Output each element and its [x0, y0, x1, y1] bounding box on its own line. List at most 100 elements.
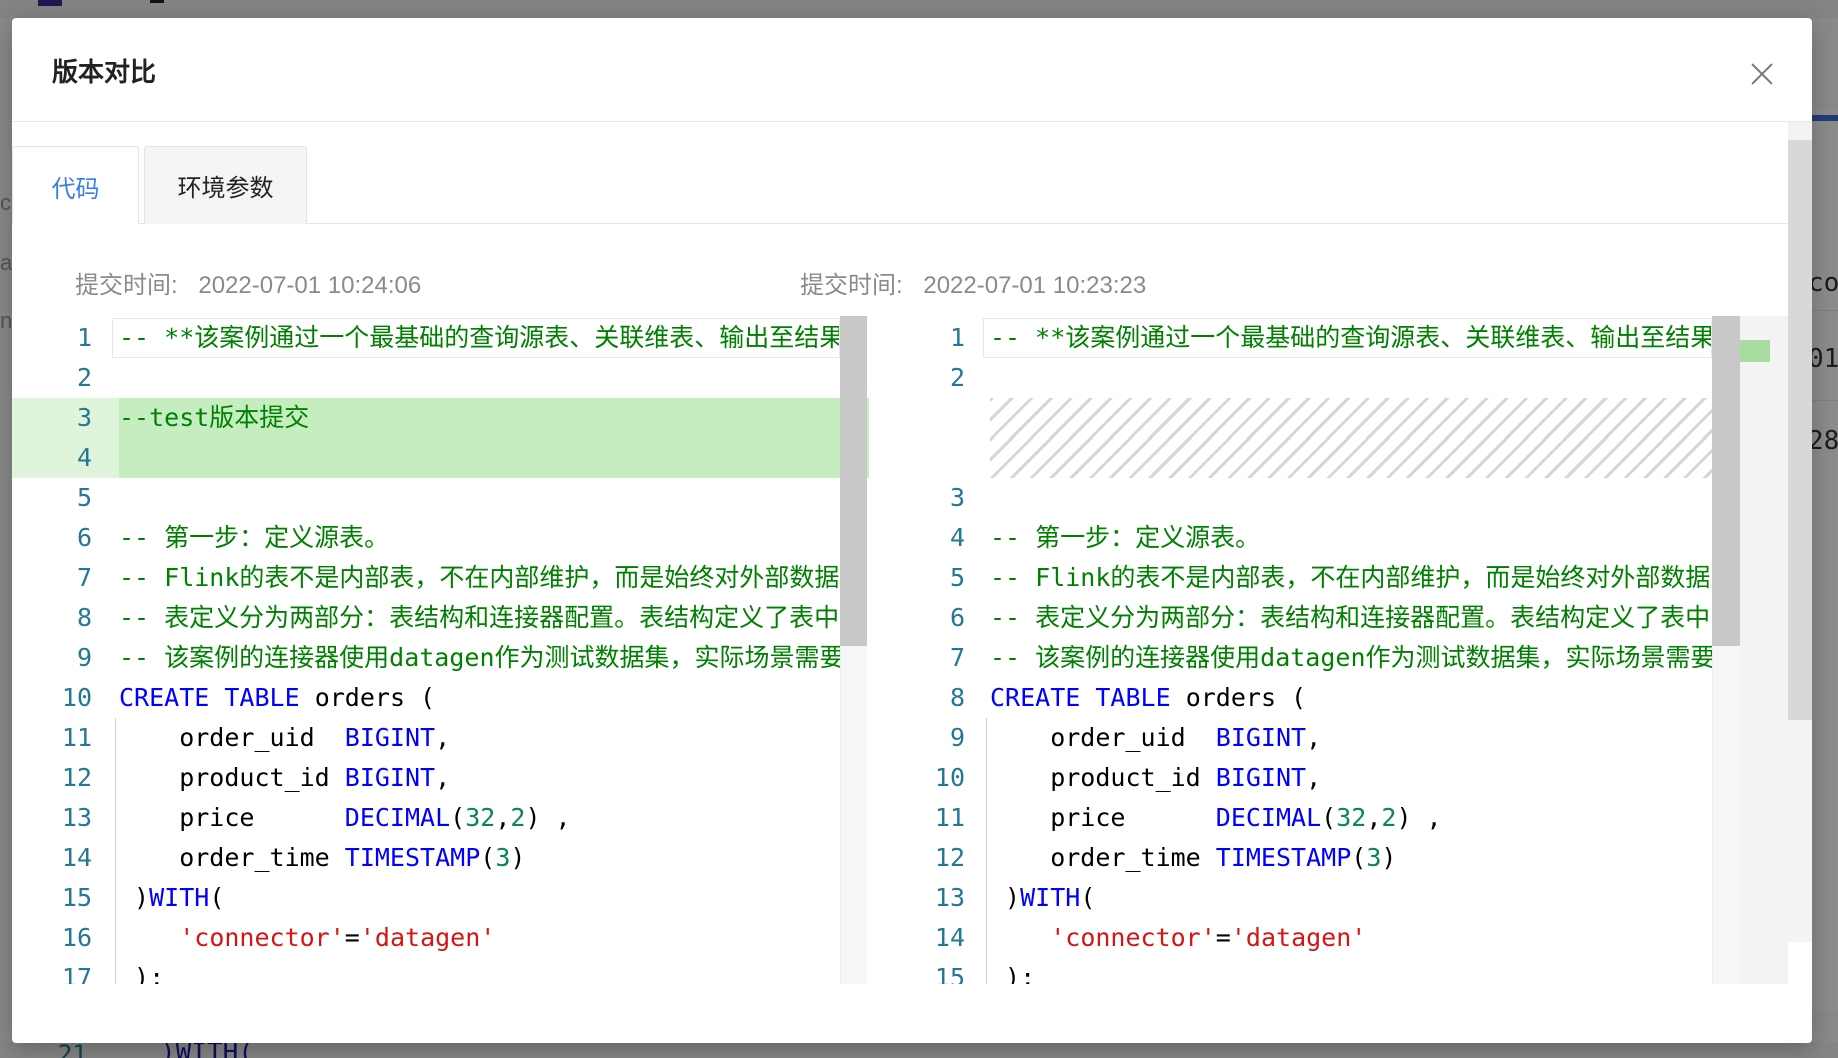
code-text: price DECIMAL(32,2) , — [119, 798, 570, 838]
diff-overview-ruler[interactable] — [1740, 316, 1788, 984]
code-line[interactable]: 14 order_time TIMESTAMP(3) — [12, 838, 840, 878]
code-text: product_id BIGINT, — [119, 758, 450, 798]
code-text: --test版本提交 — [119, 398, 309, 438]
code-token: -- 第一步：定义源表。 — [119, 523, 390, 552]
code-token: TIMESTAMP — [1215, 843, 1352, 872]
code-token: 'connector' — [1050, 923, 1216, 952]
code-token: -- Flink的表不是内部表，不在内部维护，而是始终对外部数据 — [990, 563, 1711, 592]
commit-time-label: 提交时间: — [75, 272, 178, 299]
code-token: ( — [450, 803, 466, 832]
code-line[interactable] — [869, 398, 1712, 438]
code-token: 'connector' — [179, 923, 345, 952]
code-text: product_id BIGINT, — [990, 758, 1321, 798]
code-line[interactable]: 4 — [12, 438, 840, 478]
code-token: BIGINT — [344, 723, 436, 752]
code-line[interactable]: 2 — [869, 358, 1712, 398]
code-token: -- 该案例的连接器使用datagen作为测试数据集，实际场景需要 — [119, 643, 845, 672]
line-number: 8 — [949, 683, 965, 712]
code-line[interactable]: 3 --test版本提交 — [12, 398, 840, 438]
line-number: 14 — [934, 923, 965, 952]
code-line[interactable] — [869, 438, 1712, 478]
line-number: 2 — [76, 363, 92, 392]
code-line[interactable]: 13 price DECIMAL(32,2) , — [12, 798, 840, 838]
code-text: -- 该案例的连接器使用datagen作为测试数据集，实际场景需要 — [990, 638, 1716, 678]
code-line[interactable]: 14 'connector'='datagen' — [869, 918, 1712, 958]
code-token: ) — [510, 843, 526, 872]
code-line[interactable]: 11 order_uid BIGINT, — [12, 718, 840, 758]
code-line[interactable]: 2 — [12, 358, 840, 398]
code-token: order_time — [119, 843, 345, 872]
line-number: 8 — [76, 603, 92, 632]
indent-guide — [986, 718, 987, 984]
code-token: ); — [990, 963, 1036, 984]
code-line[interactable]: 4 -- 第一步：定义源表。 — [869, 518, 1712, 558]
diff-editor-original[interactable]: 1 -- **该案例通过一个最基础的查询源表、关联维表、输出至结果 2 3 4 -- 第一… — [869, 316, 1788, 984]
line-number: 6 — [76, 523, 92, 552]
code-text: price DECIMAL(32,2) , — [990, 798, 1442, 838]
code-line[interactable]: 16 'connector'='datagen' — [12, 918, 840, 958]
code-text: -- Flink的表不是内部表，不在内部维护，而是始终对外部数据 — [119, 558, 839, 598]
line-number: 16 — [61, 923, 92, 952]
code-token: CREATE — [990, 683, 1081, 712]
diff-editor-modified[interactable]: 1 -- **该案例通过一个最基础的查询源表、关联维表、输出至结果 2 3 --test… — [12, 316, 869, 984]
left-editor-scrollbar-thumb[interactable] — [840, 316, 867, 646]
code-line[interactable]: 7 -- Flink的表不是内部表，不在内部维护，而是始终对外部数据 — [12, 558, 840, 598]
code-token: WITH — [149, 883, 210, 912]
modal-title: 版本对比 — [52, 57, 157, 87]
code-line[interactable]: 7 -- 该案例的连接器使用datagen作为测试数据集，实际场景需要 — [869, 638, 1716, 678]
code-line[interactable]: 6 -- 第一步：定义源表。 — [12, 518, 840, 558]
code-line[interactable]: 6 -- 表定义分为两部分：表结构和连接器配置。表结构定义了表中 — [869, 598, 1712, 638]
line-number: 2 — [949, 363, 965, 392]
code-token: , — [435, 763, 451, 792]
code-line[interactable]: 12 product_id BIGINT, — [12, 758, 840, 798]
code-line[interactable]: 9 -- 该案例的连接器使用datagen作为测试数据集，实际场景需要 — [12, 638, 845, 678]
code-token: DECIMAL — [1215, 803, 1322, 832]
code-token: price — [119, 803, 345, 832]
close-icon[interactable] — [1742, 54, 1782, 94]
code-line[interactable]: 8 CREATE TABLE orders ( — [869, 678, 1712, 718]
line-number: 11 — [934, 803, 965, 832]
code-token: order_time — [990, 843, 1216, 872]
right-commit-time: 提交时间: 2022-07-01 10:23:23 — [800, 265, 1146, 300]
code-text: )WITH( — [119, 878, 224, 918]
code-line[interactable]: 10 product_id BIGINT, — [869, 758, 1712, 798]
code-text: -- 第一步：定义源表。 — [990, 518, 1260, 558]
code-line[interactable]: 13 )WITH( — [869, 878, 1712, 918]
code-line[interactable]: 11 price DECIMAL(32,2) , — [869, 798, 1712, 838]
code-line[interactable]: 12 order_time TIMESTAMP(3) — [869, 838, 1712, 878]
line-number: 10 — [934, 763, 965, 792]
code-token: TABLE — [1095, 683, 1171, 712]
line-number: 4 — [76, 443, 92, 472]
code-line[interactable]: 5 -- Flink的表不是内部表，不在内部维护，而是始终对外部数据 — [869, 558, 1712, 598]
code-token: --test版本提交 — [119, 403, 310, 432]
line-number: 5 — [949, 563, 965, 592]
code-line[interactable]: 5 — [12, 478, 840, 518]
code-line[interactable]: 3 — [869, 478, 1712, 518]
code-token: ) — [1381, 843, 1397, 872]
code-text: CREATE TABLE orders ( — [119, 678, 435, 718]
code-line[interactable]: 17 ); — [12, 958, 840, 984]
modal-header: 版本对比 — [12, 18, 1812, 122]
code-token: ) , — [1396, 803, 1442, 832]
code-token: ( — [1080, 883, 1096, 912]
line-number: 12 — [61, 763, 92, 792]
code-token: , — [435, 723, 451, 752]
code-token: = — [1215, 923, 1231, 952]
line-number: 3 — [949, 483, 965, 512]
code-token: = — [344, 923, 360, 952]
code-token: ( — [1351, 843, 1367, 872]
code-line[interactable]: 8 -- 表定义分为两部分：表结构和连接器配置。表结构定义了表中 — [12, 598, 840, 638]
commit-time-value: 2022-07-01 10:24:06 — [198, 272, 422, 299]
code-line[interactable]: 15 ); — [869, 958, 1712, 984]
modal-scrollbar-thumb[interactable] — [1788, 140, 1812, 720]
code-token: orders ( — [299, 683, 436, 712]
code-line[interactable]: 15 )WITH( — [12, 878, 840, 918]
right-editor-scrollbar-thumb[interactable] — [1712, 316, 1740, 646]
tab-environment-params[interactable]: 环境参数 — [144, 146, 307, 224]
tab-code[interactable]: 代码 — [12, 146, 139, 225]
code-text: 'connector'='datagen' — [119, 918, 495, 958]
code-line[interactable]: 9 order_uid BIGINT, — [869, 718, 1712, 758]
code-line[interactable]: 10 CREATE TABLE orders ( — [12, 678, 840, 718]
line-number: 12 — [934, 843, 965, 872]
